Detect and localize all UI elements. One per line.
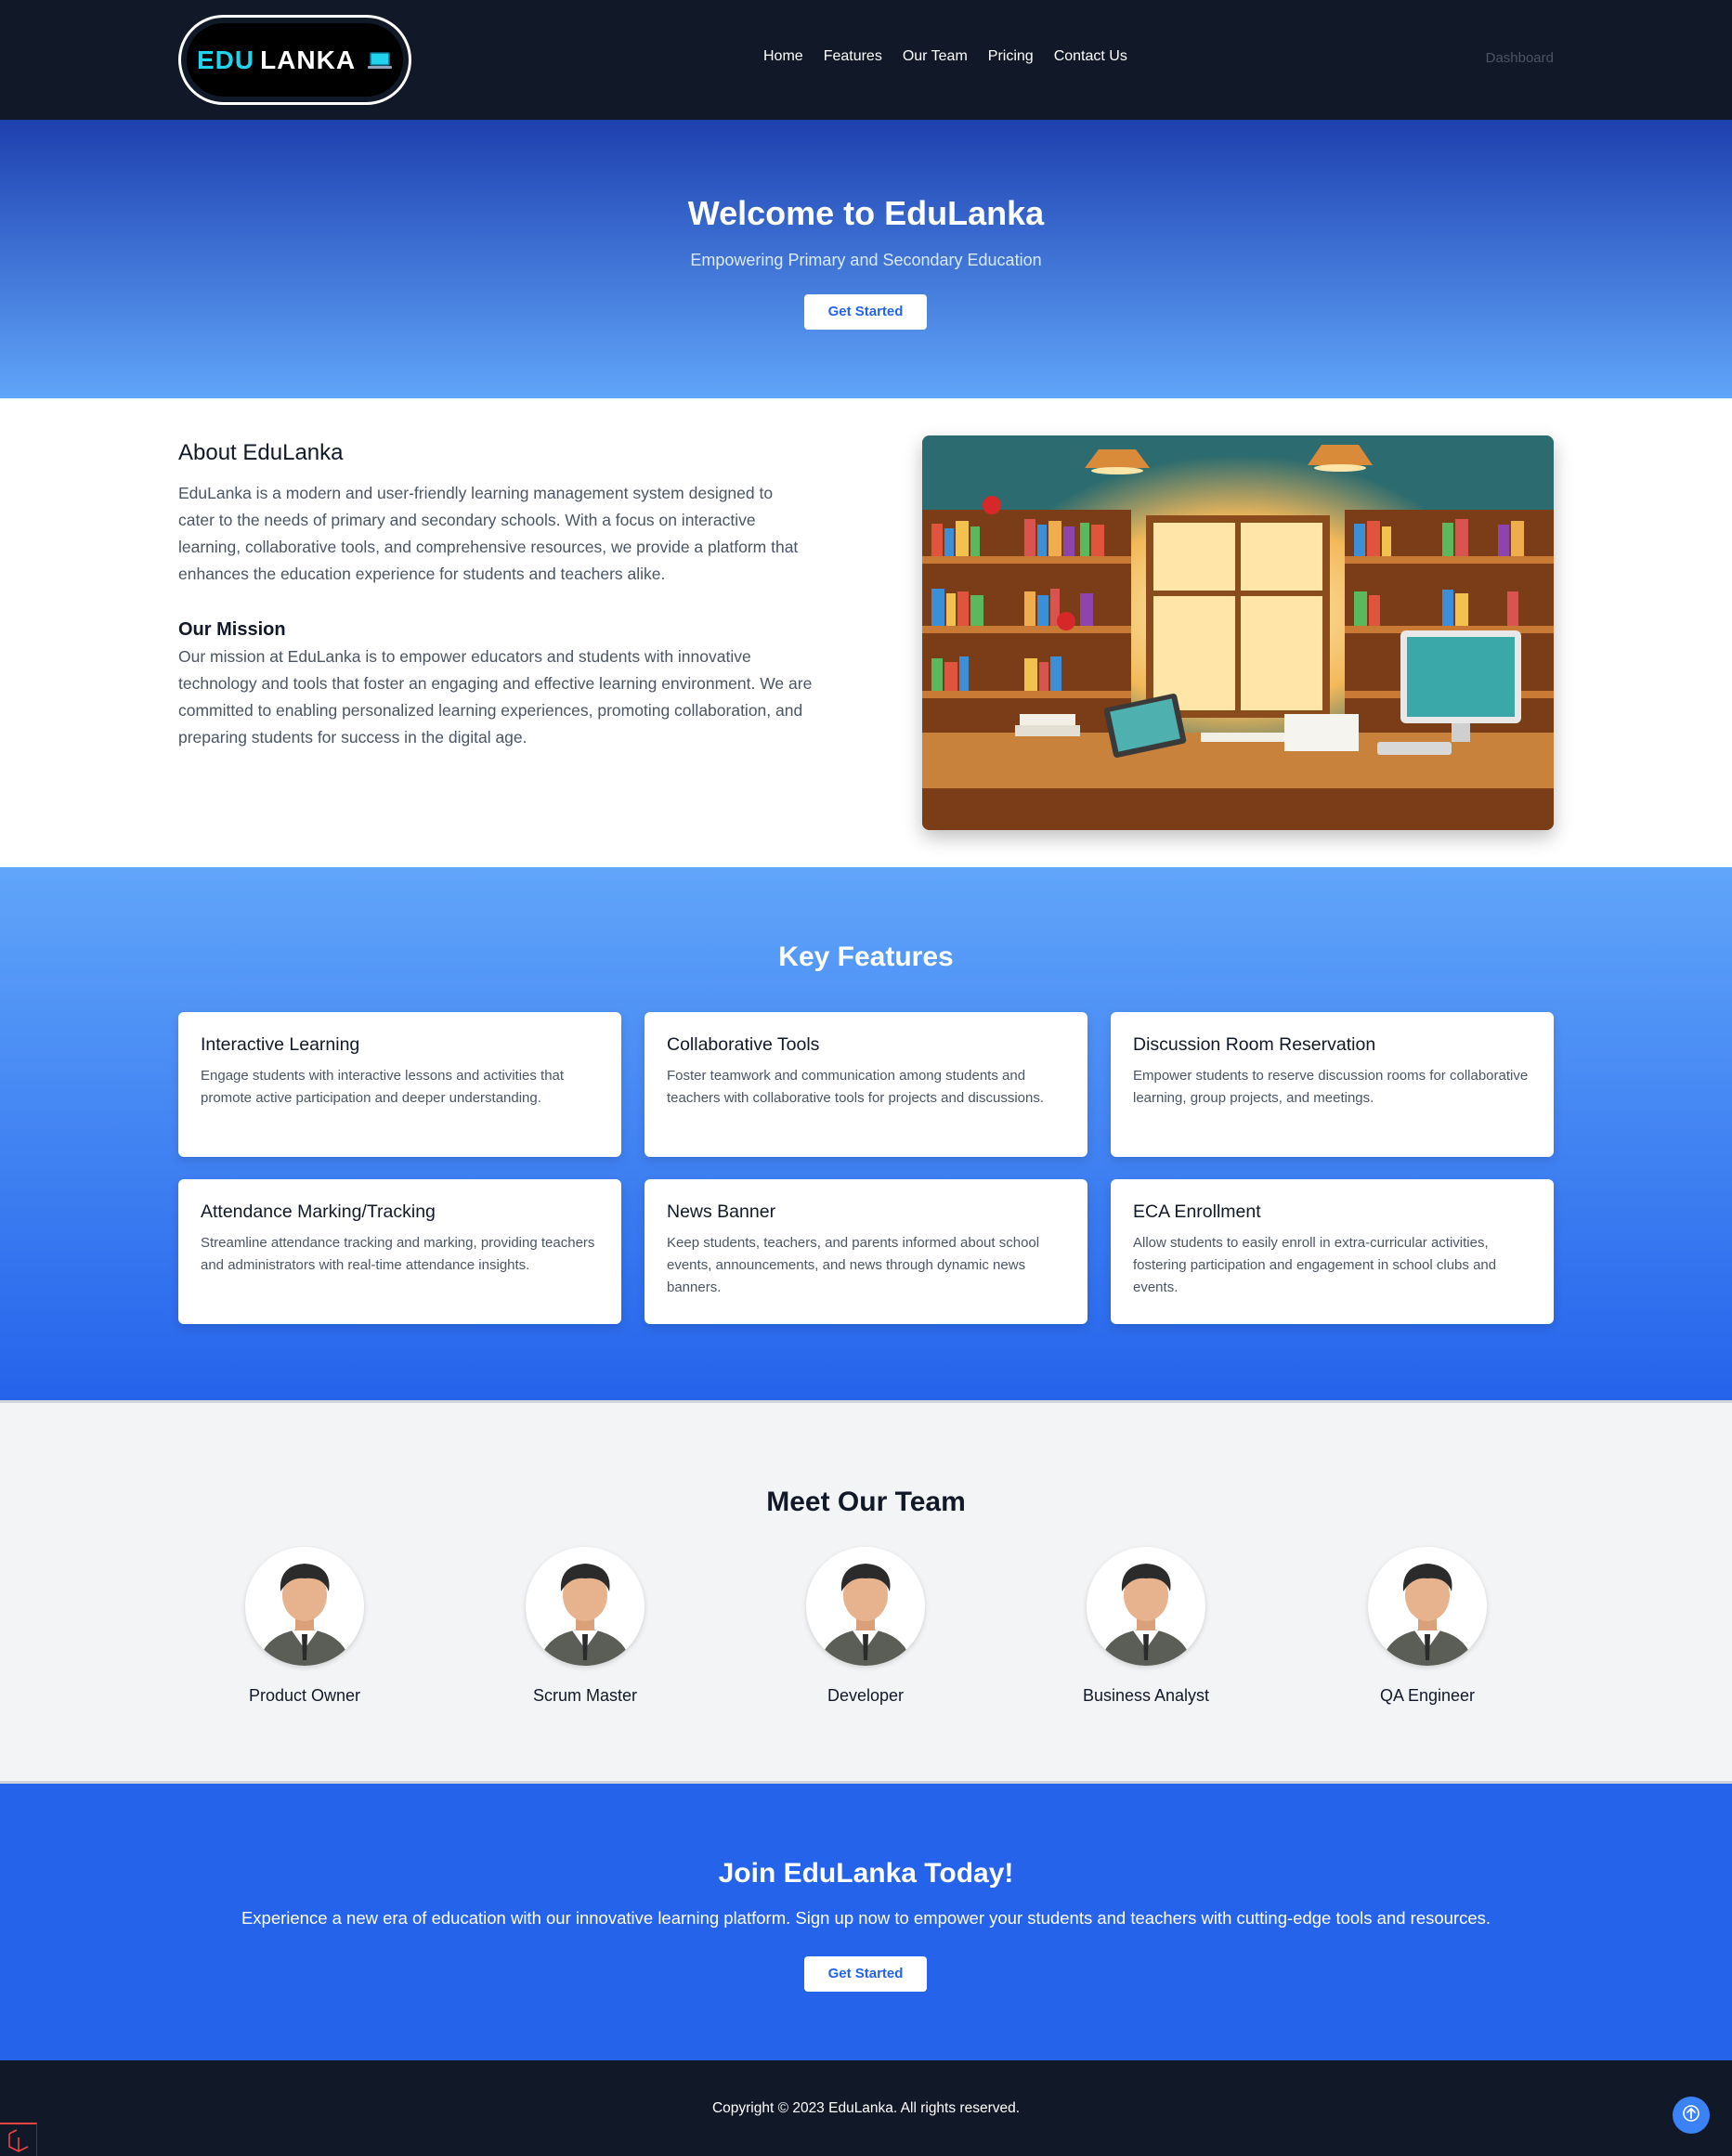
nav-links: Home Features Our Team Pricing Contact U…	[763, 48, 1148, 65]
avatar	[806, 1547, 925, 1666]
feature-card-text: Keep students, teachers, and parents inf…	[667, 1235, 1040, 1295]
feature-card-eca-enrollment: ECA Enrollment Allow students to easily …	[1111, 1179, 1554, 1324]
join-text: Experience a new era of education with o…	[241, 1908, 1491, 1928]
avatar	[1368, 1547, 1487, 1666]
feature-card-text: Foster teamwork and communication among …	[667, 1068, 1045, 1106]
nav-link-home[interactable]: Home	[763, 48, 803, 65]
feature-card-text: Engage students with interactive lessons…	[201, 1068, 565, 1106]
about-title: About EduLanka	[178, 440, 344, 465]
feature-card-title: Interactive Learning	[201, 1034, 360, 1055]
nav-link-contact-us[interactable]: Contact Us	[1054, 48, 1127, 65]
team-title: Meet Our Team	[766, 1487, 966, 1517]
laptop-icon	[367, 51, 393, 70]
feature-card-title: Collaborative Tools	[667, 1034, 820, 1055]
team-member-role: Product Owner	[248, 1686, 361, 1705]
nav-link-our-team[interactable]: Our Team	[903, 48, 968, 65]
feature-card-text: Empower students to reserve discussion r…	[1133, 1068, 1529, 1106]
features-section: Key Features Interactive Learning Engage…	[0, 867, 1732, 1400]
join-get-started-button[interactable]: Get Started	[804, 1956, 927, 1992]
laravel-debug-badge[interactable]	[0, 2123, 37, 2156]
team-member-role: Business Analyst	[1082, 1686, 1210, 1705]
dashboard-link[interactable]: Dashboard	[1486, 50, 1554, 66]
about-text: EduLanka is a modern and user-friendly l…	[178, 484, 799, 583]
avatar	[245, 1547, 364, 1666]
feature-card-text: Allow students to easily enroll in extra…	[1133, 1235, 1497, 1295]
scroll-to-top-button[interactable]	[1673, 2097, 1710, 2134]
feature-card-text: Streamline attendance tracking and marki…	[201, 1235, 595, 1273]
site-logo[interactable]: EDU LANKA	[178, 15, 411, 105]
logo-lanka-text: LANKA	[260, 45, 357, 74]
footer-copyright: Copyright © 2023 EduLanka. All rights re…	[711, 2100, 1021, 2116]
join-title: Join EduLanka Today!	[718, 1858, 1014, 1889]
feature-card-interactive-learning: Interactive Learning Engage students wit…	[178, 1012, 621, 1157]
feature-card-title: News Banner	[667, 1201, 776, 1222]
about-section: About EduLanka EduLanka is a modern and …	[0, 398, 1732, 867]
hero-section: Welcome to EduLanka Empowering Primary a…	[0, 120, 1732, 398]
mission-title: Our Mission	[178, 619, 286, 640]
nav-link-pricing[interactable]: Pricing	[988, 48, 1034, 65]
feature-card-title: ECA Enrollment	[1133, 1201, 1261, 1222]
feature-card-news-banner: News Banner Keep students, teachers, and…	[645, 1179, 1087, 1324]
join-section: Join EduLanka Today! Experience a new er…	[0, 1784, 1732, 2060]
footer: Copyright © 2023 EduLanka. All rights re…	[0, 2060, 1732, 2156]
team-member-product-owner: Product Owner	[212, 1547, 397, 1706]
logo-edu-text: EDU	[196, 45, 255, 74]
feature-card-collaborative-tools: Collaborative Tools Foster teamwork and …	[645, 1012, 1087, 1157]
team-member-developer: Developer	[773, 1547, 958, 1706]
hero-subtitle: Empowering Primary and Secondary Educati…	[690, 251, 1042, 269]
top-navbar: EDU LANKA Home Features Our Team Pricing…	[0, 0, 1732, 120]
team-member-role: QA Engineer	[1379, 1686, 1476, 1705]
hero-get-started-button[interactable]: Get Started	[804, 294, 927, 330]
feature-card-attendance: Attendance Marking/Tracking Streamline a…	[178, 1179, 621, 1324]
team-member-business-analyst: Business Analyst	[1053, 1547, 1239, 1706]
feature-card-title: Attendance Marking/Tracking	[201, 1201, 436, 1222]
laravel-icon	[0, 2129, 37, 2156]
feature-card-title: Discussion Room Reservation	[1133, 1034, 1376, 1055]
classroom-illustration	[922, 435, 1554, 830]
avatar	[526, 1547, 645, 1666]
team-member-role: Scrum Master	[532, 1686, 638, 1705]
nav-link-features[interactable]: Features	[824, 48, 882, 65]
team-member-role: Developer	[827, 1686, 905, 1705]
arrow-up-icon	[1682, 2104, 1700, 2127]
feature-card-discussion-room: Discussion Room Reservation Empower stud…	[1111, 1012, 1554, 1157]
team-section: Meet Our Team Product Owner Scrum Master…	[0, 1400, 1732, 1784]
features-title: Key Features	[778, 942, 954, 972]
team-member-qa-engineer: QA Engineer	[1335, 1547, 1520, 1706]
team-member-scrum-master: Scrum Master	[492, 1547, 678, 1706]
avatar	[1087, 1547, 1205, 1666]
mission-text: Our mission at EduLanka is to empower ed…	[178, 647, 813, 747]
logo-inner: EDU LANKA	[187, 23, 403, 97]
hero-title: Welcome to EduLanka	[687, 194, 1045, 232]
